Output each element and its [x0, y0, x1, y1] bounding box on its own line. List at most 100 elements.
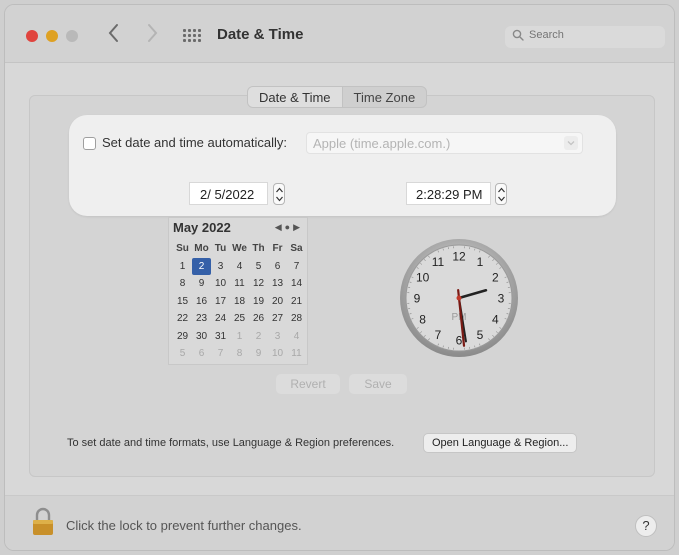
calendar-day[interactable]: 8: [173, 275, 192, 293]
clock-number: 2: [492, 271, 499, 285]
calendar-day[interactable]: 20: [268, 293, 287, 311]
calendar-day[interactable]: 5: [249, 258, 268, 276]
calendar-day[interactable]: 9: [192, 275, 211, 293]
calendar-day[interactable]: 18: [230, 293, 249, 311]
lock-icon[interactable]: [31, 507, 55, 537]
calendar-day[interactable]: 22: [173, 310, 192, 328]
weekday-header: Tu: [214, 243, 227, 254]
calendar-day[interactable]: 26: [249, 310, 268, 328]
clock-number: 5: [477, 328, 484, 342]
calendar-day[interactable]: 15: [173, 293, 192, 311]
calendar-day[interactable]: 11: [287, 345, 306, 363]
calendar-day[interactable]: 14: [287, 275, 306, 293]
calendar-day[interactable]: 25: [230, 310, 249, 328]
zoom-window-button[interactable]: [66, 30, 78, 42]
open-language-region-button[interactable]: Open Language & Region...: [423, 433, 578, 453]
calendar-day[interactable]: 6: [268, 258, 287, 276]
calendar-day[interactable]: 3: [211, 258, 230, 276]
set-automatically-checkbox[interactable]: [83, 137, 96, 150]
clock-number: 6: [456, 334, 463, 348]
tab-date-time[interactable]: Date & Time: [248, 87, 343, 107]
weekday-header: Sa: [290, 243, 303, 254]
lock-hint-text: Click the lock to prevent further change…: [66, 518, 302, 533]
weekday-header: Fr: [272, 243, 283, 254]
calendar-day[interactable]: 7: [211, 345, 230, 363]
clock-number: 12: [452, 250, 466, 264]
calendar-day[interactable]: 28: [287, 310, 306, 328]
close-window-button[interactable]: [26, 30, 38, 42]
calendar-month-title: May 2022: [173, 220, 231, 235]
chevron-left-icon: [108, 24, 118, 42]
calendar-day[interactable]: 2: [249, 328, 268, 346]
calendar-day[interactable]: 4: [287, 328, 306, 346]
calendar-day[interactable]: 8: [230, 345, 249, 363]
calendar-today-icon[interactable]: ●: [285, 222, 293, 232]
calendar-day[interactable]: 23: [192, 310, 211, 328]
window-title: Date & Time: [217, 26, 304, 43]
clock-number: 7: [435, 328, 442, 342]
save-button[interactable]: Save: [349, 374, 407, 394]
calendar-day[interactable]: 29: [173, 328, 192, 346]
calendar-day[interactable]: 1: [230, 328, 249, 346]
calendar-grid: Su Mo Tu We Th Fr Sa 1 2 3 4 5 6 7 8 9 10 11 12 13 14 15 16 17 1…: [173, 240, 306, 363]
search-box[interactable]: [505, 26, 665, 48]
date-stepper[interactable]: [273, 183, 285, 205]
clock-center-pin: [456, 295, 462, 301]
help-button[interactable]: ?: [635, 515, 657, 537]
minimize-window-button[interactable]: [46, 30, 58, 42]
clock-number: 1: [477, 255, 484, 269]
calendar-day[interactable]: 5: [173, 345, 192, 363]
revert-button[interactable]: Revert: [276, 374, 340, 394]
calendar-day[interactable]: 7: [287, 258, 306, 276]
search-input[interactable]: [529, 29, 659, 41]
search-icon: [512, 29, 524, 41]
calendar-day[interactable]: 16: [192, 293, 211, 311]
calendar-day[interactable]: 27: [268, 310, 287, 328]
calendar-day[interactable]: 12: [249, 275, 268, 293]
clock-number: 8: [419, 313, 426, 327]
time-server-value: Apple (time.apple.com.): [313, 136, 451, 151]
chevron-down-icon: [564, 136, 578, 150]
calendar-day[interactable]: 9: [249, 345, 268, 363]
time-field[interactable]: 2:28:29 PM: [406, 182, 491, 205]
stepper-arrows-icon: [276, 187, 283, 202]
calendar-day[interactable]: 30: [192, 328, 211, 346]
calendar-day[interactable]: 21: [287, 293, 306, 311]
calendar-day[interactable]: 24: [211, 310, 230, 328]
calendar-day[interactable]: 2: [192, 257, 211, 275]
clock-number: 3: [498, 292, 505, 306]
calendar-day[interactable]: 10: [268, 345, 287, 363]
stepper-arrows-icon: [498, 187, 505, 202]
calendar-day[interactable]: 1: [173, 258, 192, 276]
clock-number: 4: [492, 313, 499, 327]
calendar-day[interactable]: 31: [211, 328, 230, 346]
clock-number: 9: [414, 292, 421, 306]
calendar-day[interactable]: 17: [211, 293, 230, 311]
calendar-day[interactable]: 4: [230, 258, 249, 276]
weekday-header: Mo: [194, 243, 209, 254]
calendar-day[interactable]: 13: [268, 275, 287, 293]
weekday-header: Su: [176, 243, 189, 254]
back-button[interactable]: [107, 23, 119, 48]
calendar-day[interactable]: 11: [230, 275, 249, 293]
weekday-header: We: [232, 243, 247, 254]
calendar-navigation[interactable]: ◀●▶: [275, 222, 303, 233]
tab-time-zone[interactable]: Time Zone: [343, 87, 427, 107]
calendar-next-icon[interactable]: ▶: [293, 222, 303, 232]
calendar-day[interactable]: 6: [192, 345, 211, 363]
time-server-select: Apple (time.apple.com.): [306, 132, 583, 154]
tab-bar: Date & Time Time Zone: [247, 86, 428, 108]
set-automatically-label: Set date and time automatically:: [102, 135, 287, 150]
show-all-grid-icon[interactable]: [183, 29, 201, 43]
time-stepper[interactable]: [495, 183, 507, 205]
title-bar: Date & Time: [5, 5, 674, 63]
calendar-prev-icon[interactable]: ◀: [275, 222, 285, 232]
highlighted-date-time-section: Set date and time automatically: Apple (…: [69, 115, 616, 216]
date-field[interactable]: 2/ 5/2022: [189, 182, 268, 205]
calendar: May 2022 ◀●▶ Su Mo Tu We Th Fr Sa 1 2 3 4 5 6 7 8 9 10 11…: [168, 217, 308, 365]
calendar-day[interactable]: 3: [268, 328, 287, 346]
calendar-day[interactable]: 10: [211, 275, 230, 293]
forward-button[interactable]: [147, 23, 159, 48]
preferences-window: Date & Time Date & Time Time Zone Set da…: [4, 4, 675, 551]
calendar-day[interactable]: 19: [249, 293, 268, 311]
